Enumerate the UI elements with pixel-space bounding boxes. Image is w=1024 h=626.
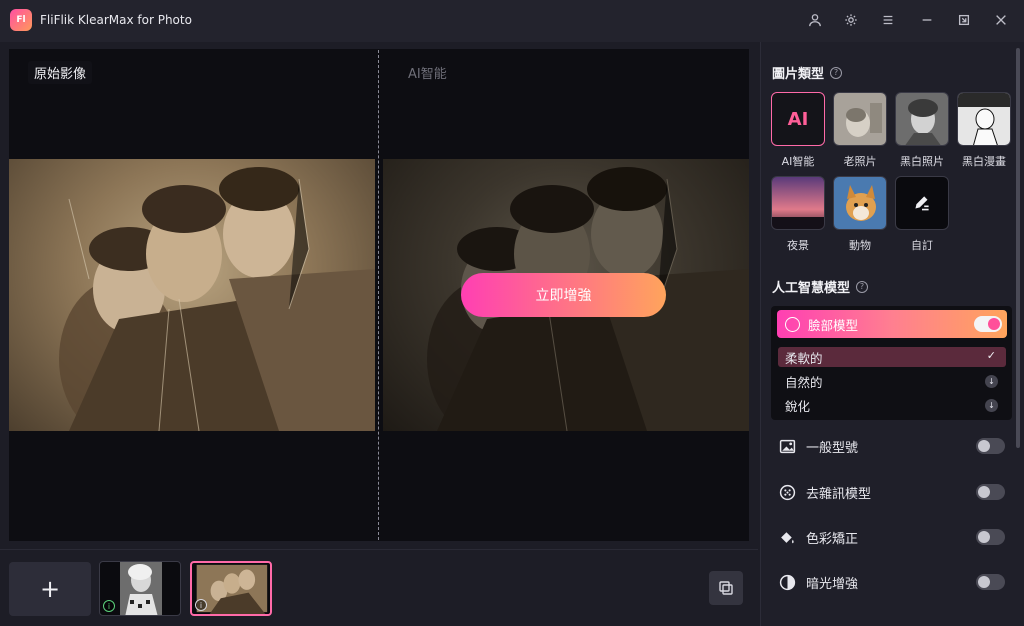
compare-view-button[interactable]	[709, 571, 743, 605]
original-label: 原始影像	[28, 61, 93, 84]
face-model-toggle[interactable]	[974, 316, 1002, 332]
title-bar: Fl FliFlik KlearMax for Photo	[0, 0, 1024, 42]
maximize-icon[interactable]	[952, 8, 976, 32]
face-option-soft[interactable]: 柔軟的 ✓	[778, 347, 1006, 367]
ai-label: AI智能	[408, 67, 447, 82]
face-option-natural[interactable]: 自然的 ↓	[778, 371, 1006, 391]
app-logo: Fl	[10, 9, 32, 31]
image-icon	[779, 438, 796, 455]
type-label-bw-photo: 黑白照片	[900, 155, 944, 168]
original-photo	[9, 159, 375, 431]
feature-label: 暗光增強	[806, 576, 859, 592]
general-model-toggle[interactable]	[976, 438, 1005, 454]
panel-scrollbar[interactable]	[1016, 48, 1020, 448]
type-label-custom: 自訂	[911, 239, 933, 252]
denoise-icon	[779, 484, 796, 501]
info-icon: i	[103, 600, 115, 612]
thumbnail-1[interactable]: i	[99, 561, 181, 616]
type-label-old-photo: 老照片	[843, 155, 877, 168]
paint-bucket-icon	[779, 529, 796, 546]
type-label-bw-comic: 黑白漫畫	[962, 155, 1006, 168]
face-model-row[interactable]: 臉部模型	[777, 310, 1007, 338]
type-card-bw-photo[interactable]	[895, 92, 949, 146]
ai-model-title: 人工智慧模型 ?	[772, 277, 869, 296]
compare-divider[interactable]	[378, 50, 379, 540]
feature-low-light[interactable]: 暗光增強	[779, 571, 1005, 593]
type-card-night[interactable]	[771, 176, 825, 230]
copy-icon	[719, 581, 733, 595]
face-option-sharpen[interactable]: 銳化 ↓	[778, 395, 1006, 415]
type-label-animal: 動物	[849, 239, 871, 252]
menu-icon[interactable]	[876, 8, 900, 32]
download-icon[interactable]: ↓	[985, 399, 998, 412]
minimize-icon[interactable]	[915, 8, 939, 32]
app-window: Fl FliFlik KlearMax for Photo 原始影像 AI智能 …	[0, 0, 1024, 626]
close-icon[interactable]	[989, 8, 1013, 32]
color-correction-toggle[interactable]	[976, 529, 1005, 545]
type-card-custom[interactable]	[895, 176, 949, 230]
help-icon[interactable]: ?	[856, 280, 869, 293]
feature-label: 去雜訊模型	[806, 486, 872, 502]
option-label: 銳化	[785, 398, 811, 414]
feature-general-model[interactable]: 一般型號	[779, 435, 1005, 457]
thumbnail-2[interactable]: i	[190, 561, 272, 616]
enhance-now-button[interactable]: 立即增強	[461, 273, 666, 317]
add-image-button[interactable]: +	[9, 562, 91, 616]
type-label-night: 夜景	[787, 239, 809, 252]
type-card-bw-comic[interactable]	[957, 92, 1011, 146]
denoise-model-toggle[interactable]	[976, 484, 1005, 500]
type-label-ai: AI智能	[781, 155, 815, 168]
app-title: FliFlik KlearMax for Photo	[40, 13, 192, 27]
contrast-icon	[779, 574, 796, 591]
option-label: 自然的	[785, 374, 823, 390]
low-light-toggle[interactable]	[976, 574, 1005, 590]
feature-color-correction[interactable]: 色彩矯正	[779, 526, 1005, 548]
feature-label: 一般型號	[806, 440, 859, 456]
type-card-old-photo[interactable]	[833, 92, 887, 146]
info-icon: i	[195, 599, 207, 611]
download-icon[interactable]: ↓	[985, 375, 998, 388]
face-model-label: 臉部模型	[808, 317, 859, 333]
type-card-ai[interactable]: AI	[771, 92, 825, 146]
feature-label: 色彩矯正	[806, 531, 859, 547]
help-icon[interactable]: ?	[830, 66, 843, 79]
type-card-animal[interactable]	[833, 176, 887, 230]
feature-denoise-model[interactable]: 去雜訊模型	[779, 481, 1005, 503]
check-icon: ✓	[986, 349, 996, 362]
edit-icon	[915, 196, 929, 211]
face-icon	[785, 316, 800, 332]
user-icon[interactable]	[803, 8, 827, 32]
settings-icon[interactable]	[839, 8, 863, 32]
option-label: 柔軟的	[785, 350, 823, 366]
image-type-title: 圖片類型 ?	[772, 63, 843, 82]
